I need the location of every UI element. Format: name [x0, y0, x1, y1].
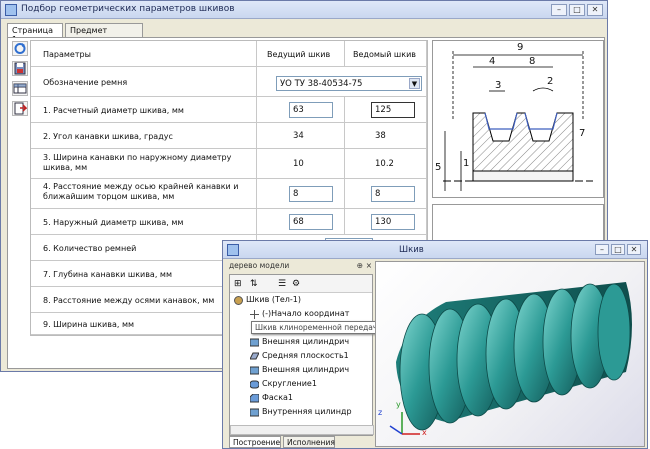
pulley-section-drawing: 9 4 8 3 2 7 1 5: [432, 40, 604, 198]
extrude-icon: [250, 408, 259, 417]
list-icon[interactable]: ☰: [278, 279, 286, 289]
belt-select[interactable]: УО ТУ 38-40534-75 ▼: [276, 76, 422, 91]
dim-label: 8: [529, 56, 536, 67]
row-1-driven-input[interactable]: 125: [371, 102, 415, 118]
header-driven: Ведомый шкив: [353, 50, 416, 59]
origin-icon: [250, 310, 259, 319]
row-5-label: 5. Наружный диаметр шкива, мм: [43, 218, 184, 227]
tab-page-1[interactable]: Страница 1: [7, 23, 63, 44]
model-tree: ⊞ ⇅ ☰ ⚙ Шкив (Тел-1) (-)Начало координат…: [229, 274, 374, 436]
dim-label: 9: [517, 42, 524, 53]
row-1-driving-input[interactable]: 63: [289, 102, 333, 118]
row-3-driving-value: 10: [293, 159, 304, 169]
sort-icon[interactable]: ⇅: [250, 279, 258, 289]
dialog-titlebar[interactable]: Подбор геометрических параметров шкивов …: [1, 1, 607, 19]
row-9-label: 9. Ширина шкива, мм: [43, 320, 135, 329]
dim-label: 7: [579, 128, 586, 139]
close-icon[interactable]: ×: [366, 261, 372, 270]
dialog-title: Подбор геометрических параметров шкивов: [21, 4, 235, 14]
extrude-icon: [250, 338, 259, 347]
extrude-icon: [250, 366, 259, 375]
minimize-button[interactable]: –: [551, 4, 567, 16]
dim-label: 3: [495, 80, 502, 91]
tree-item[interactable]: Средняя плоскость1: [262, 351, 349, 361]
close-button[interactable]: ✕: [627, 244, 641, 255]
close-button[interactable]: ✕: [587, 4, 603, 16]
tree-scrollbar[interactable]: [230, 425, 374, 435]
chamfer-icon: [250, 394, 259, 403]
tree-item[interactable]: Внешняя цилиндрич: [262, 365, 349, 375]
tree-item[interactable]: Внутренняя цилиндр: [262, 407, 352, 417]
document-icon: [227, 244, 239, 256]
tree-item[interactable]: Скругление1: [262, 379, 317, 389]
axis-x-label: x: [422, 428, 427, 437]
row-3-driven-value: 10.2: [375, 159, 394, 169]
row-1-label: 1. Расчетный диаметр шкива, мм: [43, 106, 184, 115]
dim-label: 4: [489, 56, 496, 67]
model-window: Шкив – □ ✕ дерево модели ⊕ × ⊞ ⇅ ☰ ⚙ Шки…: [222, 240, 648, 449]
pulley-3d-model: [389, 282, 632, 435]
model-titlebar[interactable]: Шкив – □ ✕: [223, 241, 647, 259]
pin-icon[interactable]: ⊕: [357, 261, 363, 270]
row-5-driving-input[interactable]: 68: [289, 214, 333, 230]
tree-header-label: дерево модели: [229, 261, 290, 270]
tab-versions[interactable]: Исполнения: [283, 436, 335, 448]
tree-header: дерево модели ⊕ ×: [229, 261, 373, 273]
header-driving: Ведущий шкив: [267, 50, 331, 59]
header-params: Параметры: [43, 50, 91, 59]
export-icon[interactable]: [12, 101, 28, 116]
row-6-label: 6. Количество ремней: [43, 244, 137, 253]
row-cell: [345, 123, 427, 149]
tab-construction[interactable]: Построение: [229, 436, 281, 448]
row-3-label: 3. Ширина канавки по наружному диаметру …: [43, 153, 232, 172]
chevron-down-icon[interactable]: ▼: [409, 78, 420, 89]
belt-label: Обозначение ремня: [43, 78, 128, 87]
row-4-driving-input[interactable]: 8: [289, 186, 333, 202]
tree-item[interactable]: Внешняя цилиндрич: [262, 337, 349, 347]
tree-root[interactable]: Шкив (Тел-1): [246, 295, 301, 305]
save-icon[interactable]: [12, 61, 28, 76]
belt-value: УО ТУ 38-40534-75: [280, 79, 363, 89]
part-icon: [234, 296, 243, 305]
refresh-icon[interactable]: [12, 41, 28, 56]
model-title: Шкив: [399, 245, 424, 255]
tree-toolbar: ⊞ ⇅ ☰ ⚙: [230, 275, 372, 293]
table-icon[interactable]: [12, 81, 28, 96]
dim-label: 1: [463, 158, 470, 169]
model-viewport[interactable]: z y x: [375, 261, 645, 447]
maximize-button[interactable]: □: [611, 244, 625, 255]
tree-item[interactable]: Фаска1: [262, 393, 293, 403]
tree-item[interactable]: (-)Начало координат: [262, 309, 349, 319]
fillet-icon: [250, 380, 259, 389]
maximize-button[interactable]: □: [569, 4, 585, 16]
axis-y-label: y: [396, 400, 401, 409]
plane-icon: [250, 352, 259, 360]
tab-calc-subject[interactable]: Предмет расчета: [65, 23, 143, 44]
row-2-driven-value: 38: [375, 131, 386, 141]
dim-label: 5: [435, 162, 442, 173]
settings-icon[interactable]: ⚙: [292, 279, 300, 289]
minimize-button[interactable]: –: [595, 244, 609, 255]
app-icon: [5, 4, 17, 16]
row-5-driven-input[interactable]: 130: [371, 214, 415, 230]
row-7-label: 7. Глубина канавки шкива, мм: [43, 270, 172, 279]
dim-label: 2: [547, 76, 554, 87]
row-2-driving-value: 34: [293, 131, 304, 141]
filter-icon[interactable]: ⊞: [234, 279, 242, 289]
row-8-label: 8. Расстояние между осями канавок, мм: [43, 296, 215, 305]
axis-z-label: z: [378, 408, 383, 417]
row-4-label: 4. Расстояние между осью крайней канавки…: [43, 182, 239, 201]
row-2-label: 2. Угол канавки шкива, градус: [43, 132, 173, 141]
row-4-driven-input[interactable]: 8: [371, 186, 415, 202]
